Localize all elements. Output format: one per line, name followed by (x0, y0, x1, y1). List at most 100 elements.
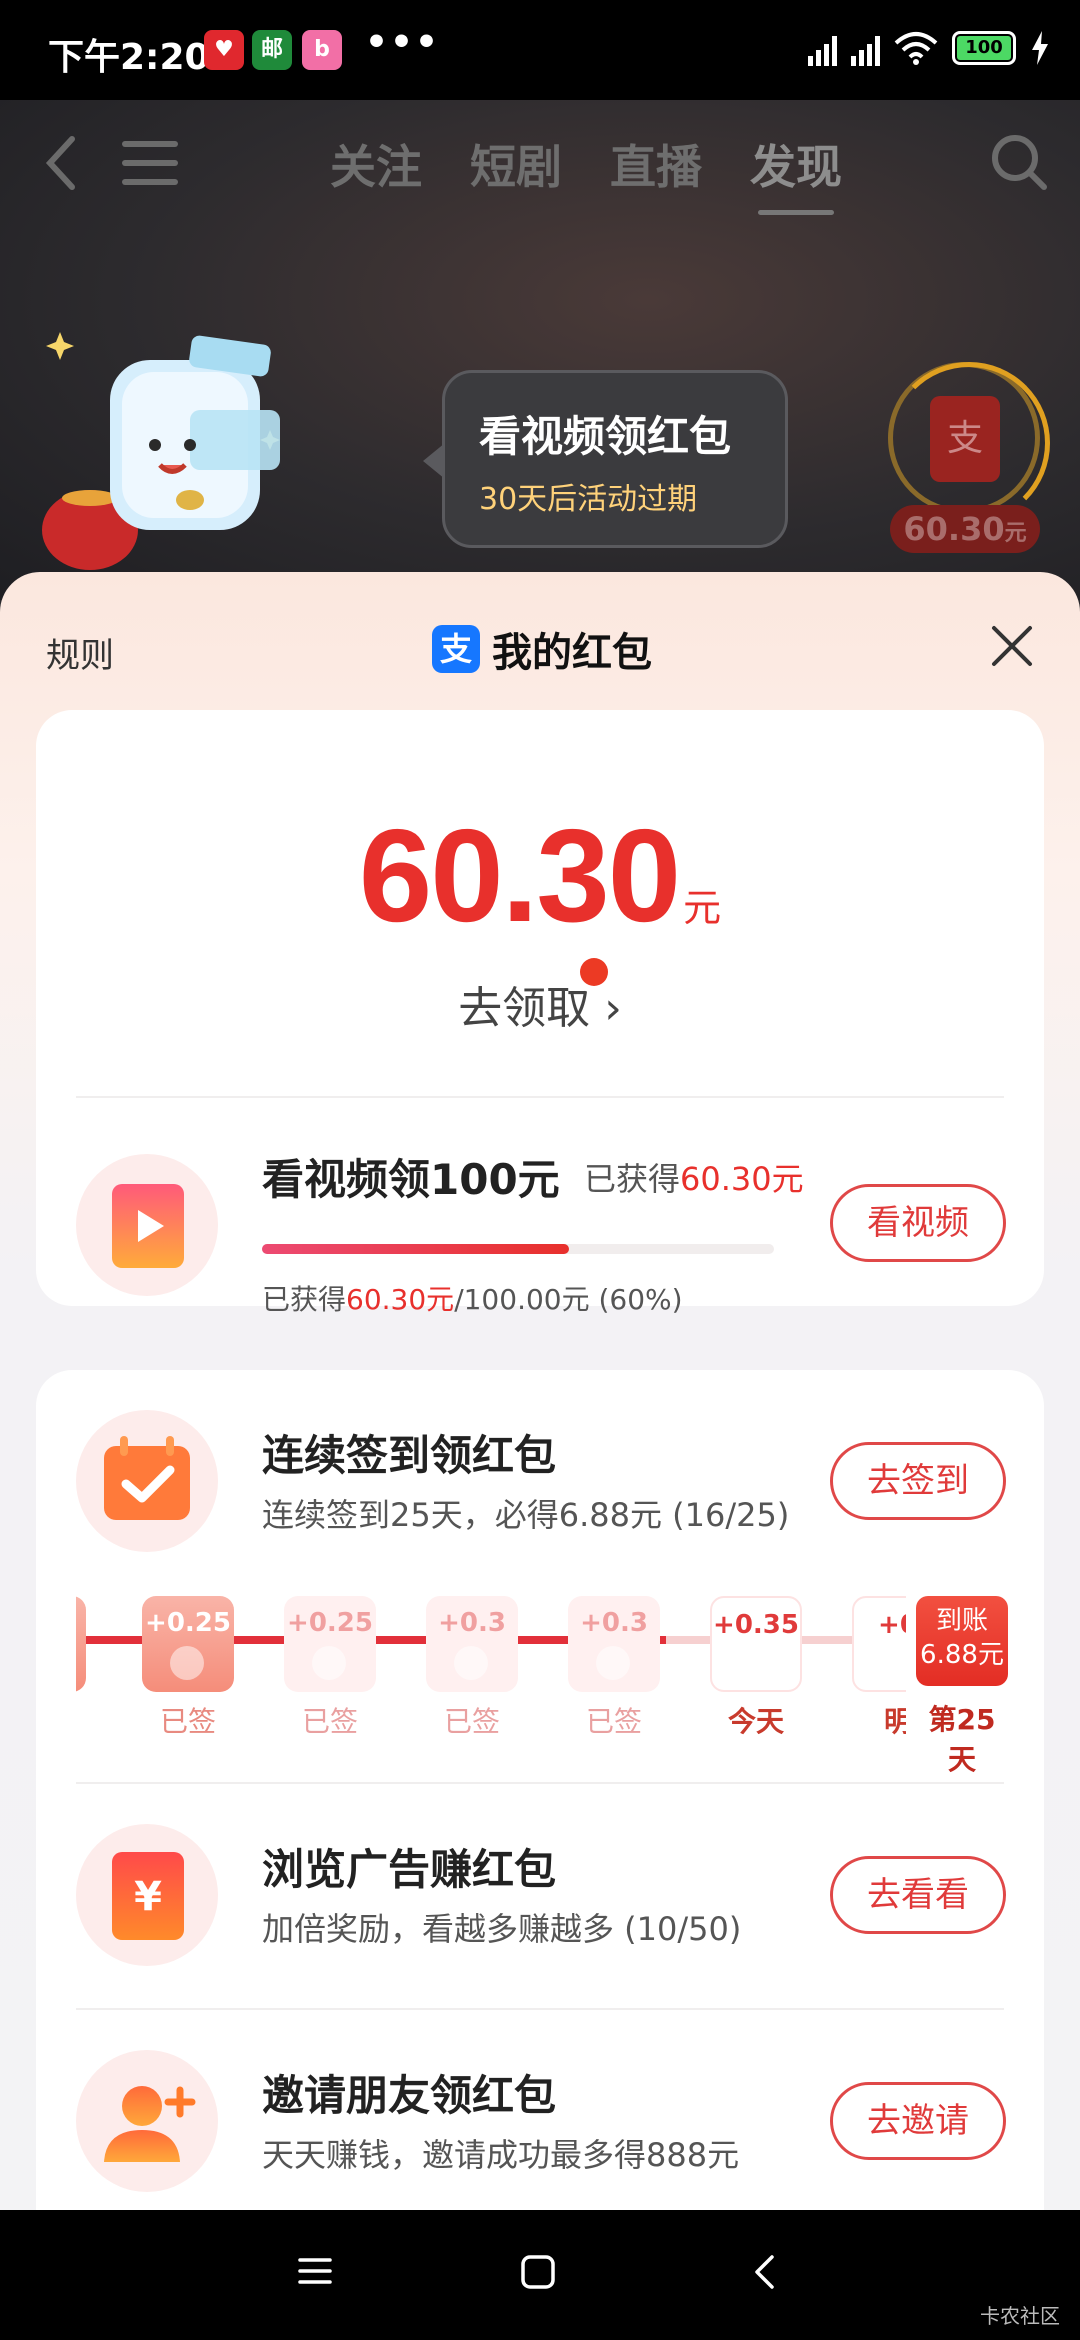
day-label: 已签 (585, 1705, 642, 1738)
divider (76, 1096, 1004, 1098)
signal-icon-1 (808, 30, 837, 66)
top-nav: 关注 短剧 直播 发现 (0, 125, 1080, 215)
invite-task-subtitle: 天天赚钱，邀请成功最多得888元 (262, 2136, 740, 2174)
signin-day: +0.3 已签 (568, 1596, 660, 1740)
calendar-check-icon (104, 1436, 190, 1520)
final-reward-box: 到账 6.88元 (916, 1596, 1008, 1686)
day-amount: +0.25 (287, 1608, 373, 1638)
menu-icon[interactable] (122, 141, 178, 187)
signin-day: +0.25 已签 (142, 1596, 234, 1740)
search-icon[interactable] (990, 133, 1048, 191)
final-reward-label: 第25天 (928, 1703, 996, 1776)
play-video-icon (112, 1184, 184, 1268)
floating-amount-unit: 元 (1004, 521, 1027, 546)
tab-short-drama[interactable]: 短剧 (470, 131, 562, 197)
signin-task-subtitle: 连续签到25天，必得6.88元 (16/25) (262, 1496, 790, 1534)
red-packet-sheet: 规则 支 我的红包 60.30 元 去领取 › 看视频领100元 已获得60.30… (0, 572, 1080, 2212)
divider (76, 2008, 1004, 2010)
chevron-right-icon: › (604, 983, 622, 1034)
video-task-earned: 已获得60.30元 (584, 1154, 804, 1200)
ad-task-title: 浏览广告赚红包 (262, 1845, 557, 1894)
day-label: 已签 (443, 1705, 500, 1738)
signin-day-today[interactable]: +0.35 今天 (710, 1596, 802, 1740)
sheet-header: 规则 支 我的红包 (0, 572, 1080, 722)
notification-dot (580, 958, 608, 986)
day-amount: +0.3 (580, 1608, 648, 1638)
video-task-title: 看视频领100元 (262, 1155, 560, 1204)
red-envelope-icon: 支 (930, 396, 1000, 482)
back-icon[interactable] (38, 133, 88, 193)
video-task-icon-bg (76, 1154, 218, 1296)
balance-unit: 元 (683, 886, 722, 930)
claim-label: 去领取 (458, 983, 591, 1034)
signin-task-icon-bg (76, 1410, 218, 1552)
day-amount: +0 (878, 1610, 906, 1640)
floating-amount-value: 60.30 (903, 510, 1005, 548)
wifi-icon (894, 32, 938, 65)
progress-suffix: /100.00元 (60%) (454, 1283, 683, 1316)
sheet-title: 支 我的红包 (432, 620, 652, 678)
balance-amount: 60.30 元 (36, 800, 1044, 951)
home-icon[interactable] (520, 2254, 556, 2290)
divider (76, 1782, 1004, 1784)
progress-prefix: 已获得 (262, 1283, 347, 1316)
invite-button[interactable]: 去邀请 (830, 2082, 1006, 2160)
final-reward-line1: 到账 (935, 1606, 988, 1636)
tab-discover[interactable]: 发现 (750, 131, 842, 215)
recent-apps-icon[interactable] (298, 2254, 332, 2288)
alipay-icon: 支 (432, 625, 480, 673)
balance-value: 60.30 (358, 802, 681, 949)
ad-task-subtitle: 加倍奖励，看越多赚越多 (10/50) (262, 1910, 742, 1948)
browse-ads-button[interactable]: 去看看 (830, 1856, 1006, 1934)
sign-in-button[interactable]: 去签到 (830, 1442, 1006, 1520)
claim-button[interactable]: 去领取 › (36, 972, 1044, 1036)
signin-day-previous (76, 1596, 86, 1692)
status-bar: 下午2:20 ♥ 邮 b ••• 100 (0, 0, 1080, 100)
day-label: 已签 (301, 1705, 358, 1738)
invite-task-title: 邀请朋友领红包 (262, 2071, 557, 2120)
system-nav-bar (0, 2210, 1080, 2340)
charging-icon (1032, 31, 1048, 65)
earned-value: 60.30元 (680, 1160, 804, 1198)
signin-day: +0.3 已签 (426, 1596, 518, 1740)
postal-app-icon: 邮 (252, 30, 292, 70)
day-label: 今天 (727, 1705, 784, 1738)
add-friend-icon (104, 2086, 196, 2162)
battery-icon: 100 (952, 31, 1016, 65)
day-label: 明 (883, 1705, 906, 1738)
coupon-icon: ¥ (112, 1852, 184, 1940)
tab-live[interactable]: 直播 (610, 131, 702, 197)
rules-link[interactable]: 规则 (46, 628, 114, 677)
video-progress-fill (262, 1244, 570, 1254)
ad-task-icon-bg: ¥ (76, 1824, 218, 1966)
day-amount: +0.35 (713, 1610, 799, 1640)
back-nav-icon[interactable] (752, 2254, 778, 2290)
status-time: 下午2:20 (48, 37, 210, 78)
top-tabs: 关注 短剧 直播 发现 (330, 131, 842, 215)
app-notification-icon: ♥ (204, 30, 244, 70)
progress-value: 60.30元 (346, 1283, 455, 1316)
bilibili-app-icon: b (302, 30, 342, 70)
battery-level: 100 (957, 36, 1011, 60)
final-reward-line2: 6.88元 (920, 1640, 1004, 1670)
video-progress-text: 已获得60.30元/100.00元 (60%) (262, 1278, 683, 1318)
promo-title: 看视频领红包 (479, 412, 732, 461)
signin-progress-strip: +0.25 已签 +0.25 已签 +0.3 已签 +0.3 已签 +0.35 今天 +0… (76, 1586, 906, 1746)
watch-video-button[interactable]: 看视频 (830, 1184, 1006, 1262)
tasks-card: 连续签到领红包 连续签到25天，必得6.88元 (16/25) 去签到 +0.2… (36, 1370, 1044, 2212)
coupon-icon-glyph: ¥ (134, 1874, 162, 1920)
floating-amount: 60.30元 (890, 505, 1040, 553)
balance-card: 60.30 元 去领取 › 看视频领100元 已获得60.30元 已获得60.30… (36, 710, 1044, 1316)
tab-follow[interactable]: 关注 (330, 131, 422, 197)
promo-subtitle: 30天后活动过期 (479, 482, 698, 517)
more-notifications-icon: ••• (365, 22, 441, 63)
promo-bubble[interactable]: 看视频领红包 30天后活动过期 (423, 370, 788, 548)
earned-prefix: 已获得 (584, 1160, 681, 1198)
day-amount: +0.3 (438, 1608, 506, 1638)
signin-day: +0.25 已签 (284, 1596, 376, 1740)
sheet-title-text: 我的红包 (492, 630, 652, 676)
signin-final-reward: 到账 6.88元 第25天 (916, 1596, 1008, 1778)
video-progress-bar (262, 1244, 774, 1254)
close-icon[interactable] (990, 624, 1034, 668)
day-label: 已签 (159, 1705, 216, 1738)
